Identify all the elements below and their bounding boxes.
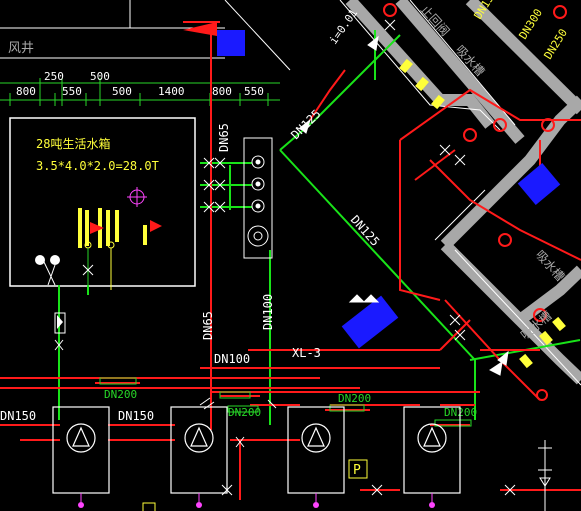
label-dn150-mid: DN150 xyxy=(118,409,154,423)
small-box-bottom xyxy=(142,502,156,511)
float-valve-icon xyxy=(35,241,115,290)
plumbing-plan-drawing: 250 500 800 550 500 1400 800 550 风井 28吨生… xyxy=(0,0,581,511)
label-pump-well-2: 吸水槽 xyxy=(533,248,568,284)
pump-stems xyxy=(80,493,433,502)
label-dn200-c: DN200 xyxy=(338,392,371,405)
pump-symbol-1[interactable] xyxy=(52,406,110,494)
label-dn65-left: DN65 xyxy=(201,311,215,340)
cad-drawing-canvas[interactable]: 250 500 800 550 500 1400 800 550 风井 28吨生… xyxy=(0,0,581,511)
label-dn65-top: DN65 xyxy=(217,123,231,152)
pump-row xyxy=(52,406,461,494)
dim-550-a: 550 xyxy=(62,85,82,98)
label-xl3: XL-3 xyxy=(292,346,321,360)
dim-800-b: 800 xyxy=(212,85,232,98)
pump-symbol-3[interactable] xyxy=(287,406,345,494)
water-meter-icons xyxy=(247,155,269,247)
label-dn200-a: DN200 xyxy=(104,388,137,401)
pump-symbol-2[interactable] xyxy=(170,406,228,494)
dim-500-b: 500 xyxy=(112,85,132,98)
label-dn150-left: DN150 xyxy=(0,409,36,423)
check-valve-icons xyxy=(99,377,472,427)
dim-1400: 1400 xyxy=(158,85,185,98)
equipment-block-top[interactable] xyxy=(217,30,245,56)
tank-annotations xyxy=(78,208,162,248)
tank-crosshair-icon xyxy=(127,187,147,207)
dim-550-b: 550 xyxy=(244,85,264,98)
label-slope: i=0.01 xyxy=(327,7,360,47)
label-dn100-vertical: DN100 xyxy=(261,294,275,330)
dim-250: 250 xyxy=(44,70,64,83)
pressure-symbol-label: P xyxy=(353,463,361,478)
label-dn300: DN300 xyxy=(517,7,546,42)
flag-marker-tank-2 xyxy=(150,220,162,232)
label-dn250: DN250 xyxy=(542,27,571,62)
equipment-block-center[interactable] xyxy=(341,295,399,349)
label-dn125-diagonal: DN125 xyxy=(348,213,383,249)
room-label-fengjing: 风井 xyxy=(8,41,34,56)
dim-800-a: 800 xyxy=(16,85,36,98)
dim-500: 500 xyxy=(90,70,110,83)
tank-title: 28吨生活水箱 xyxy=(36,136,110,151)
label-dn100-horizontal: DN100 xyxy=(214,352,250,366)
pump-outlets xyxy=(78,502,435,508)
bottom-right-fittings xyxy=(538,440,552,511)
tank-spec: 3.5*4.0*2.0=28.0T xyxy=(36,159,159,173)
dimension-lines xyxy=(0,78,280,106)
